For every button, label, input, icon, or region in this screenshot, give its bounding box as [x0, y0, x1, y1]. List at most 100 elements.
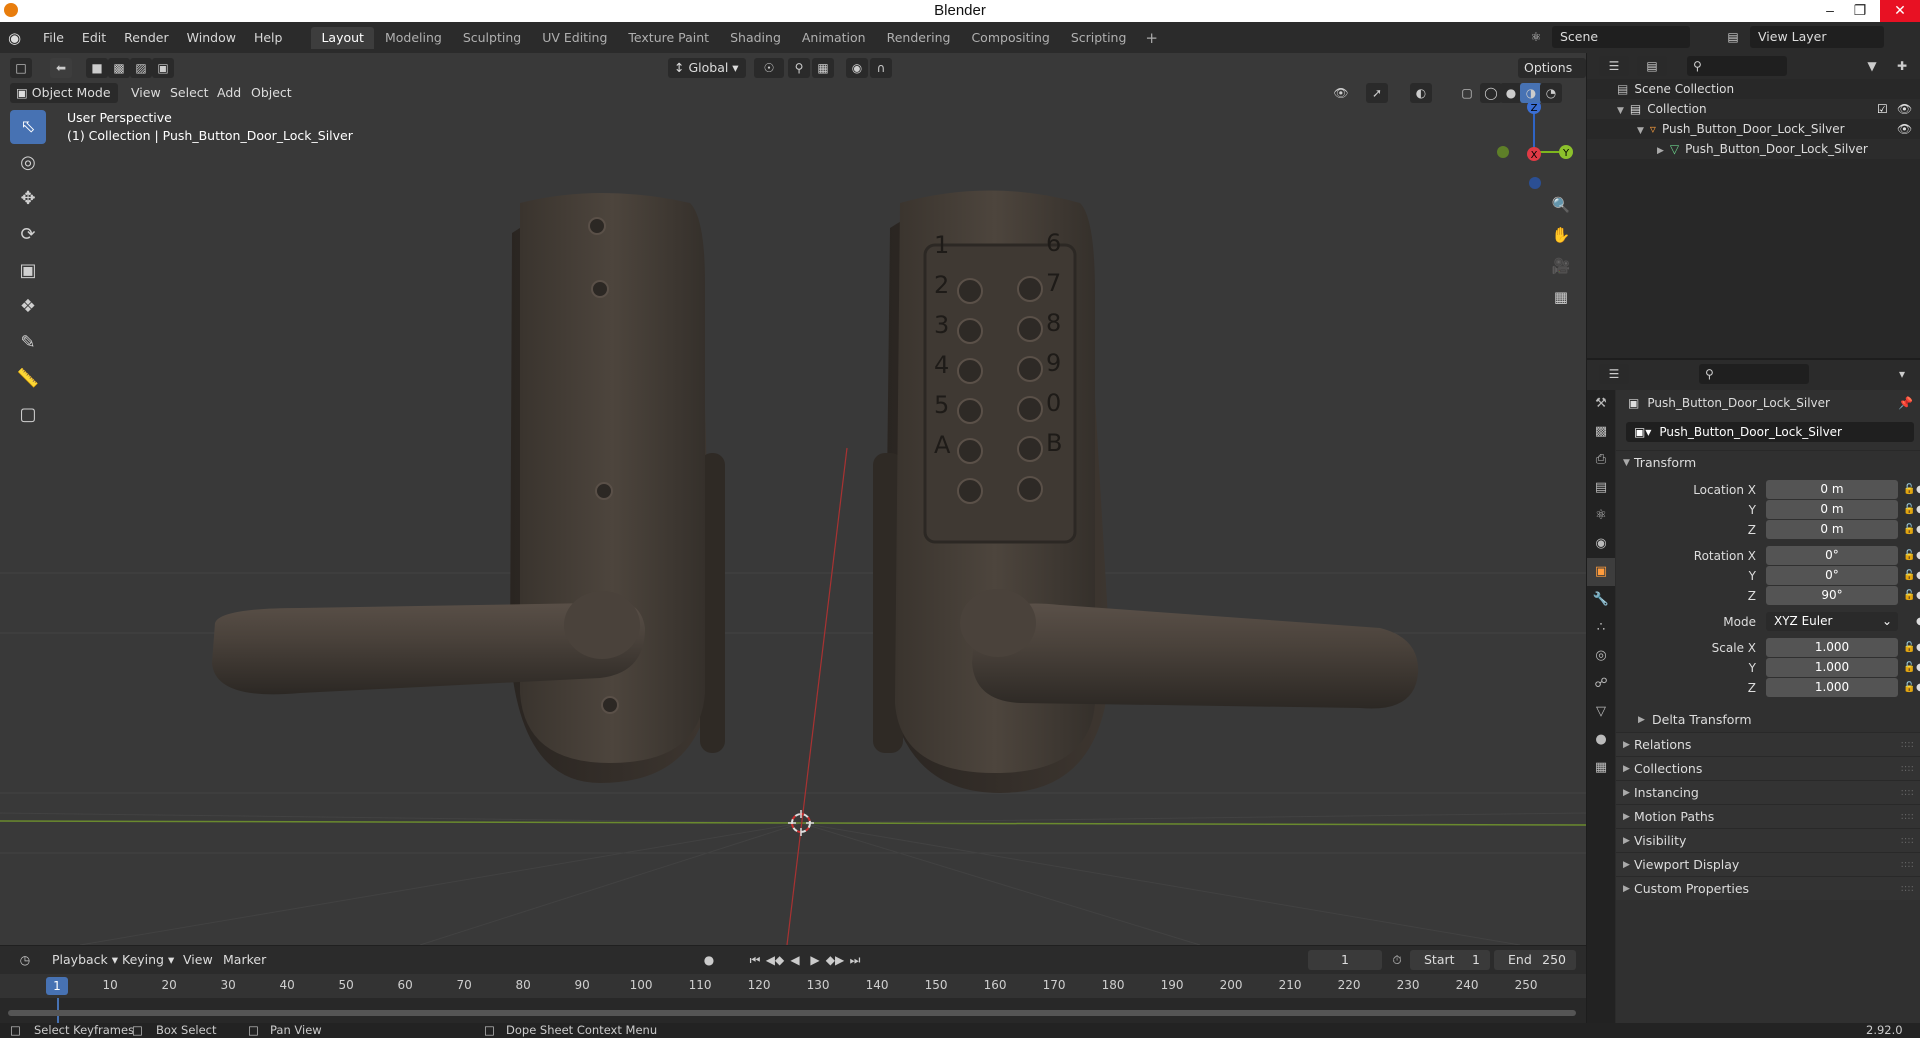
select-mode-subtract-icon[interactable]: ▨: [130, 58, 152, 78]
keyframe-dot-icon[interactable]: ●: [1916, 520, 1920, 540]
outliner-search-input[interactable]: ⚲: [1687, 56, 1787, 76]
scale-z-field[interactable]: 1.000: [1766, 678, 1898, 697]
location-z-field[interactable]: 0 m: [1766, 520, 1898, 539]
data-tab-icon[interactable]: ▽: [1587, 698, 1615, 726]
timeline-menu-playback[interactable]: Playback ▾: [52, 950, 118, 970]
pivot-point-icon[interactable]: ☉: [754, 58, 784, 78]
add-workspace-icon[interactable]: +: [1137, 29, 1166, 47]
custom-properties-panel-header[interactable]: ▶ Custom Properties::::: [1616, 876, 1920, 900]
prev-keyframe-icon[interactable]: ◀◆: [764, 950, 786, 970]
lock-icon[interactable]: 🔓: [1903, 500, 1915, 520]
object-datablock-field[interactable]: ▣▾ Push_Button_Door_Lock_Silver: [1626, 422, 1914, 442]
next-keyframe-icon[interactable]: ◆▶: [824, 950, 846, 970]
timeline-menu-marker[interactable]: Marker: [223, 950, 266, 970]
viewport-menu-select[interactable]: Select: [170, 83, 209, 103]
3d-viewport[interactable]: Z Y X 1 2 3 4 5 A 6 7 8 9 0 B: [0, 53, 1586, 945]
move-tool-icon[interactable]: ✥: [10, 182, 46, 216]
filter-icon[interactable]: ▼: [1857, 56, 1887, 76]
blender-menu-icon[interactable]: ◉: [8, 28, 34, 48]
playhead-frame[interactable]: 1: [46, 977, 68, 995]
drag-handle-icon[interactable]: ::::: [1901, 757, 1914, 781]
editor-type-icon[interactable]: □: [10, 58, 32, 78]
cursor-tool-icon[interactable]: ◎: [10, 146, 46, 180]
keyframe-dot-icon[interactable]: ●: [1916, 586, 1920, 606]
tab-layout[interactable]: Layout: [311, 26, 374, 49]
jump-end-icon[interactable]: ⏭: [844, 950, 866, 970]
keyframe-dot-icon[interactable]: ●: [1916, 480, 1920, 500]
relations-panel-header[interactable]: ▶ Relations::::: [1616, 732, 1920, 756]
measure-tool-icon[interactable]: 📏: [10, 362, 46, 396]
visibility-panel-header[interactable]: ▶ Visibility::::: [1616, 828, 1920, 852]
object-tab-icon[interactable]: ▣: [1587, 558, 1615, 586]
viewport-menu-view[interactable]: View: [131, 83, 161, 103]
world-tab-icon[interactable]: ◉: [1587, 530, 1615, 558]
record-icon[interactable]: ●: [698, 950, 720, 970]
scene-selector[interactable]: Scene: [1552, 26, 1690, 48]
overlays-icon[interactable]: ◐: [1410, 83, 1432, 103]
timeline-scrollbar[interactable]: [8, 1010, 1576, 1016]
outliner-scene-collection[interactable]: ▤ Scene Collection: [1587, 79, 1920, 99]
transform-orientation-dropdown[interactable]: ↕ Global ▾: [668, 58, 746, 78]
proportional-edit-icon[interactable]: ◉: [846, 58, 868, 78]
new-collection-icon[interactable]: ✚: [1891, 56, 1913, 76]
viewport-display-panel-header[interactable]: ▶ Viewport Display::::: [1616, 852, 1920, 876]
lock-icon[interactable]: 🔓: [1903, 658, 1915, 678]
drag-handle-icon[interactable]: ::::: [1901, 781, 1914, 805]
display-mode-icon[interactable]: ▤: [1637, 56, 1667, 76]
lock-icon[interactable]: 🔓: [1903, 520, 1915, 540]
keyframe-dot-icon[interactable]: ●: [1916, 678, 1920, 698]
select-box-tool-icon[interactable]: ⬁: [10, 110, 46, 144]
close-button[interactable]: ✕: [1880, 0, 1920, 22]
camera-view-icon[interactable]: 🎥: [1548, 253, 1574, 279]
drag-handle-icon[interactable]: ::::: [1901, 733, 1914, 757]
menu-file[interactable]: File: [34, 27, 73, 49]
stopwatch-icon[interactable]: ⏱: [1386, 950, 1408, 970]
select-mode-new-icon[interactable]: ■: [86, 58, 108, 78]
scale-tool-icon[interactable]: ▣: [10, 254, 46, 288]
timeline-body[interactable]: [0, 998, 1586, 1024]
rotation-x-field[interactable]: 0°: [1766, 546, 1898, 565]
outliner-editor-type-icon[interactable]: ☰: [1599, 56, 1629, 76]
keyframe-dot-icon[interactable]: ●: [1916, 612, 1920, 632]
shading-material-icon[interactable]: ◑: [1520, 83, 1542, 103]
delta-transform-subpanel[interactable]: ▶ Delta Transform: [1616, 708, 1920, 732]
menu-window[interactable]: Window: [178, 27, 245, 49]
render-tab-icon[interactable]: ▩: [1587, 418, 1615, 446]
view-layer-icon[interactable]: ▤: [1722, 27, 1744, 47]
shading-solid-icon[interactable]: ●: [1500, 83, 1522, 103]
proportional-falloff-icon[interactable]: ∩: [870, 58, 892, 78]
object-mode-dropdown[interactable]: ▣ Object Mode ▾: [10, 83, 118, 120]
outliner-mesh[interactable]: ▶ ▽ Push_Button_Door_Lock_Silver: [1587, 139, 1920, 159]
expand-arrow-icon[interactable]: ▼: [1617, 106, 1624, 116]
options-dropdown[interactable]: Options ▾: [1518, 58, 1586, 95]
collection-checkbox-icon[interactable]: ☑: [1877, 99, 1888, 119]
start-frame-field[interactable]: Start 1: [1410, 950, 1490, 970]
tab-sculpting[interactable]: Sculpting: [453, 27, 531, 49]
scene-icon[interactable]: ⚛: [1525, 27, 1547, 47]
drag-handle-icon[interactable]: ::::: [1901, 853, 1914, 877]
add-cube-tool-icon[interactable]: ▢: [10, 398, 46, 432]
tab-rendering[interactable]: Rendering: [877, 27, 961, 49]
jump-start-icon[interactable]: ⏮: [744, 950, 766, 970]
output-tab-icon[interactable]: ⎙: [1587, 446, 1615, 474]
collections-panel-header[interactable]: ▶ Collections::::: [1616, 756, 1920, 780]
properties-options-icon[interactable]: ▾: [1891, 364, 1913, 384]
transform-panel-header[interactable]: ▼ Transform: [1616, 450, 1920, 474]
keyframe-dot-icon[interactable]: ●: [1916, 546, 1920, 566]
lock-icon[interactable]: 🔓: [1903, 586, 1915, 606]
keyframe-dot-icon[interactable]: ●: [1916, 638, 1920, 658]
properties-search-input[interactable]: ⚲: [1699, 364, 1809, 384]
expand-arrow-icon[interactable]: ▼: [1637, 126, 1644, 136]
lock-icon[interactable]: 🔓: [1903, 566, 1915, 586]
keyframe-dot-icon[interactable]: ●: [1916, 658, 1920, 678]
outliner-collection[interactable]: ▼ ▤ Collection ☑ 👁: [1587, 99, 1920, 119]
tab-scripting[interactable]: Scripting: [1061, 27, 1137, 49]
snap-target-icon[interactable]: ▦: [812, 58, 834, 78]
snap-icon[interactable]: ⚲: [788, 58, 810, 78]
viewport-menu-object[interactable]: Object: [251, 83, 292, 103]
motion-paths-panel-header[interactable]: ▶ Motion Paths::::: [1616, 804, 1920, 828]
current-frame-field[interactable]: 1: [1308, 950, 1382, 970]
location-x-field[interactable]: 0 m: [1766, 480, 1898, 499]
collapse-arrow-icon[interactable]: ▶: [1657, 146, 1664, 156]
annotate-tool-icon[interactable]: ✎: [10, 326, 46, 360]
